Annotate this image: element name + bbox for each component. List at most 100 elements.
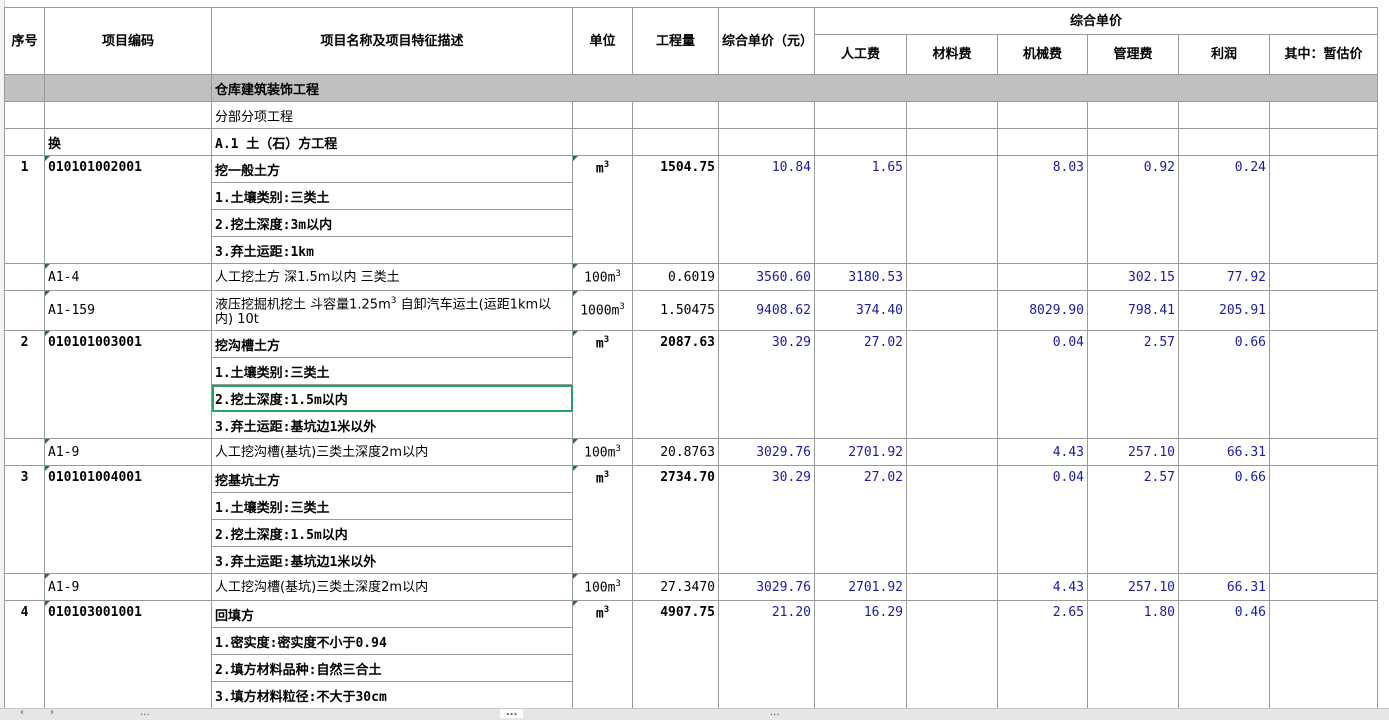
- row-est[interactable]: [1269, 573, 1378, 601]
- row-code[interactable]: A1-9: [44, 438, 212, 466]
- section-cell[interactable]: [4, 74, 45, 102]
- feature-line[interactable]: 2.挖土深度:3m以内: [211, 209, 573, 237]
- header-unit[interactable]: 单位: [572, 7, 633, 75]
- row-mgmt[interactable]: 798.41: [1087, 290, 1179, 331]
- quota-name[interactable]: 液压挖掘机挖土 斗容量1.25m3 自卸汽车运土(运距1km以内) 10t: [211, 290, 573, 331]
- header-material[interactable]: 材料费: [906, 34, 998, 75]
- row-material[interactable]: [906, 290, 998, 331]
- row-machine[interactable]: [997, 263, 1088, 291]
- section-cell[interactable]: [44, 74, 212, 102]
- tab-nav-left[interactable]: ‹: [20, 709, 24, 718]
- tab-nav-right[interactable]: ›: [50, 709, 54, 718]
- row-unit[interactable]: 100m3: [572, 263, 633, 291]
- row-profit[interactable]: 0.24: [1178, 155, 1270, 264]
- row-code[interactable]: A1-9: [44, 573, 212, 601]
- quota-name[interactable]: 人工挖沟槽(基坑)三类土深度2m以内: [211, 438, 573, 466]
- row-seq[interactable]: 2: [4, 330, 45, 439]
- row-mgmt[interactable]: 1.80: [1087, 600, 1179, 708]
- sheet-tab[interactable]: ...: [140, 709, 150, 718]
- row-code[interactable]: A1-4: [44, 263, 212, 291]
- row-unit[interactable]: 100m3: [572, 438, 633, 466]
- row-qty[interactable]: 1504.75: [632, 155, 719, 264]
- header-price-group[interactable]: 综合单价: [814, 6, 1378, 36]
- feature-line[interactable]: 1.土壤类别:三类土: [211, 182, 573, 210]
- header-mgmt[interactable]: 管理费: [1087, 34, 1179, 75]
- cell[interactable]: [1269, 101, 1378, 129]
- row-machine[interactable]: 0.04: [997, 330, 1088, 439]
- cell[interactable]: [572, 101, 633, 129]
- row-profit[interactable]: 66.31: [1178, 438, 1270, 466]
- row-material[interactable]: [906, 573, 998, 601]
- cell[interactable]: [814, 101, 907, 129]
- row-profit[interactable]: 66.31: [1178, 573, 1270, 601]
- header-qty[interactable]: 工程量: [632, 7, 719, 75]
- row-seq[interactable]: 1: [4, 155, 45, 264]
- row-labor[interactable]: 2701.92: [814, 573, 907, 601]
- row-unit-price[interactable]: 10.84: [718, 155, 815, 264]
- row-qty[interactable]: 1.50475: [632, 290, 719, 331]
- quota-name[interactable]: 人工挖土方 深1.5m以内 三类土: [211, 263, 573, 291]
- header-code[interactable]: 项目编码: [44, 7, 212, 75]
- item-name[interactable]: 回填方: [211, 600, 573, 628]
- row-code[interactable]: A1-159: [44, 290, 212, 331]
- feature-line[interactable]: 3.弃土运距:基坑边1米以外: [211, 546, 573, 574]
- quota-name[interactable]: 人工挖沟槽(基坑)三类土深度2m以内: [211, 573, 573, 601]
- cell[interactable]: [1178, 101, 1270, 129]
- row-mgmt[interactable]: 2.57: [1087, 330, 1179, 439]
- feature-line[interactable]: 2.挖土深度:1.5m以内: [211, 384, 573, 412]
- header-seq[interactable]: 序号: [4, 7, 45, 75]
- row-machine[interactable]: 4.43: [997, 438, 1088, 466]
- row-unit[interactable]: m3: [572, 465, 633, 574]
- row-unit-price[interactable]: 3029.76: [718, 438, 815, 466]
- header-machine[interactable]: 机械费: [997, 34, 1088, 75]
- row-material[interactable]: [906, 600, 998, 708]
- row-est[interactable]: [1269, 438, 1378, 466]
- header-est[interactable]: 其中：暂估价: [1269, 34, 1378, 75]
- cell[interactable]: [4, 101, 45, 129]
- cell[interactable]: [997, 128, 1088, 156]
- row-qty[interactable]: 2087.63: [632, 330, 719, 439]
- row-mgmt[interactable]: 2.57: [1087, 465, 1179, 574]
- row-est[interactable]: [1269, 465, 1378, 574]
- feature-line[interactable]: 1.土壤类别:三类土: [211, 357, 573, 385]
- row-unit[interactable]: m3: [572, 330, 633, 439]
- row-qty[interactable]: 20.8763: [632, 438, 719, 466]
- row-est[interactable]: [1269, 290, 1378, 331]
- row-labor[interactable]: 16.29: [814, 600, 907, 708]
- row-qty[interactable]: 0.6019: [632, 263, 719, 291]
- row-labor[interactable]: 3180.53: [814, 263, 907, 291]
- row-machine[interactable]: 8029.90: [997, 290, 1088, 331]
- row-unit-price[interactable]: 21.20: [718, 600, 815, 708]
- row-unit[interactable]: 1000m3: [572, 290, 633, 331]
- row-qty[interactable]: 4907.75: [632, 600, 719, 708]
- cell[interactable]: [906, 128, 998, 156]
- feature-line[interactable]: 1.土壤类别:三类土: [211, 492, 573, 520]
- chapter-mark[interactable]: 换: [44, 128, 212, 156]
- cell[interactable]: [4, 128, 45, 156]
- header-name[interactable]: 项目名称及项目特征描述: [211, 7, 573, 75]
- row-machine[interactable]: 4.43: [997, 573, 1088, 601]
- row-est[interactable]: [1269, 600, 1378, 708]
- row-unit-price[interactable]: 9408.62: [718, 290, 815, 331]
- cell[interactable]: [1269, 128, 1378, 156]
- cell[interactable]: [718, 128, 815, 156]
- row-profit[interactable]: 0.66: [1178, 465, 1270, 574]
- feature-line[interactable]: 2.填方材料品种:自然三合土: [211, 654, 573, 682]
- row-profit[interactable]: 77.92: [1178, 263, 1270, 291]
- row-seq[interactable]: [4, 290, 45, 331]
- row-seq[interactable]: [4, 263, 45, 291]
- row-unit[interactable]: m3: [572, 600, 633, 708]
- row-labor[interactable]: 1.65: [814, 155, 907, 264]
- row-machine[interactable]: 8.03: [997, 155, 1088, 264]
- row-labor[interactable]: 374.40: [814, 290, 907, 331]
- header-profit[interactable]: 利润: [1178, 34, 1270, 75]
- subsection-title[interactable]: 分部分项工程: [211, 101, 573, 129]
- row-machine[interactable]: 2.65: [997, 600, 1088, 708]
- row-est[interactable]: [1269, 330, 1378, 439]
- row-profit[interactable]: 205.91: [1178, 290, 1270, 331]
- row-material[interactable]: [906, 438, 998, 466]
- section-title[interactable]: 仓库建筑装饰工程: [211, 74, 1378, 102]
- row-unit-price[interactable]: 30.29: [718, 330, 815, 439]
- cell[interactable]: [1087, 101, 1179, 129]
- feature-line[interactable]: 3.弃土运距:基坑边1米以外: [211, 411, 573, 439]
